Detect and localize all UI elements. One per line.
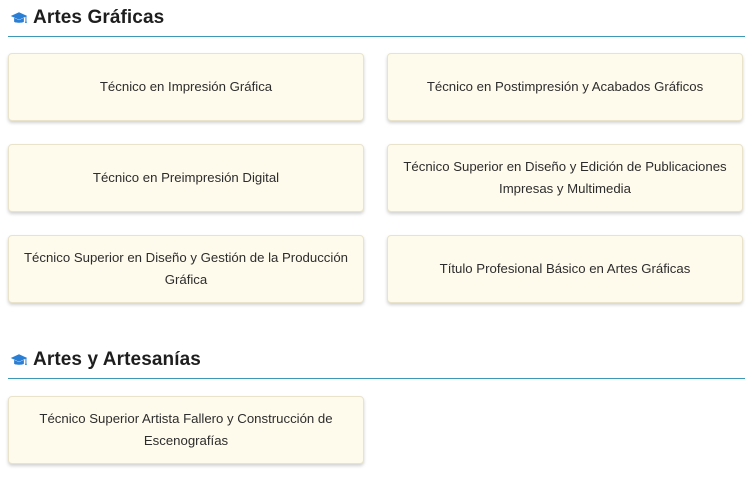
course-card[interactable]: Técnico en Impresión Gráfica [8, 53, 364, 121]
course-card[interactable]: Técnico Superior Artista Fallero y Const… [8, 396, 364, 464]
section-header: Artes Gráficas [8, 0, 745, 37]
course-card-label: Técnico Superior Artista Fallero y Const… [39, 411, 333, 448]
section-title: Artes y Artesanías [33, 349, 201, 370]
course-card-label: Técnico en Preimpresión Digital [92, 170, 280, 185]
course-card[interactable]: Técnico Superior en Diseño y Edición de … [387, 144, 743, 212]
section-header: Artes y Artesanías [8, 342, 745, 379]
graduation-cap-icon [10, 354, 28, 366]
course-card[interactable]: Técnico en Postimpresión y Acabados Gráf… [387, 53, 743, 121]
course-card-label: Técnico en Impresión Gráfica [99, 79, 273, 94]
course-card-label: Técnico en Postimpresión y Acabados Gráf… [426, 79, 704, 94]
course-card[interactable]: Título Profesional Básico en Artes Gráfi… [387, 235, 743, 303]
graduation-cap-icon [10, 12, 28, 24]
course-card-label: Título Profesional Básico en Artes Gráfi… [439, 261, 691, 276]
course-card-label: Técnico Superior en Diseño y Edición de … [403, 159, 727, 196]
section-artes-y-artesanias: Artes y Artesanías Técnico Superior Arti… [8, 342, 745, 464]
course-card-label: Técnico Superior en Diseño y Gestión de … [23, 250, 348, 287]
course-card[interactable]: Técnico en Preimpresión Digital [8, 144, 364, 212]
course-card[interactable]: Técnico Superior en Diseño y Gestión de … [8, 235, 364, 303]
section-title: Artes Gráficas [33, 7, 165, 28]
section-artes-graficas: Artes Gráficas Técnico en Impresión Gráf… [8, 0, 745, 303]
